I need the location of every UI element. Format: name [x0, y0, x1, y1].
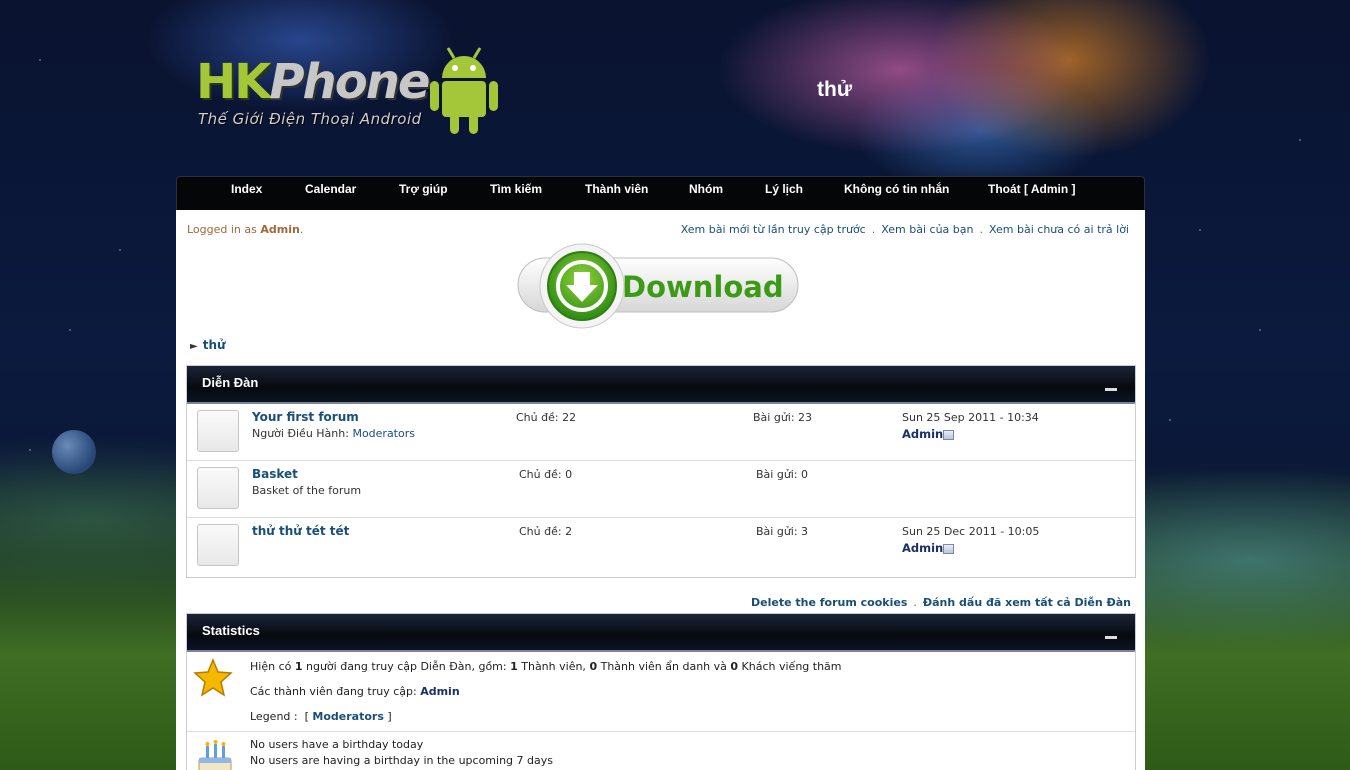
download-label: Download [622, 270, 784, 304]
logged-in-status: Logged in as Admin. [187, 223, 304, 236]
nav-profile[interactable]: Lý lịch [765, 177, 803, 210]
collapse-icon[interactable] [1105, 636, 1117, 639]
collapse-icon[interactable] [1105, 388, 1117, 391]
forum-posts-count: Bài gửi: 23 [753, 411, 813, 424]
mark-all-read-link[interactable]: Đánh dấu đã xem tất cả Diễn Đàn [923, 596, 1131, 609]
moderators-link[interactable]: Moderators [352, 427, 415, 440]
site-title: thử [817, 78, 853, 101]
legend: Legend : [ Moderators ] [250, 710, 392, 723]
forum-read-icon [197, 524, 239, 566]
forum-title[interactable]: Basket [252, 467, 298, 481]
statistics-header: Statistics [187, 614, 1135, 652]
quick-links: Xem bài mới từ lần truy cập trước. Xem bà… [680, 223, 1129, 236]
breadcrumb: ► thử [190, 338, 226, 352]
logo-tagline: Thế Giới Điện Thoại Android [198, 110, 422, 128]
forum-topics-count: Chủ đề: 0 [519, 468, 573, 481]
forum-description: Người Điều Hành: Moderators [252, 427, 415, 440]
forum-list-block: Diễn Đàn Your first forum Người Điều Hàn… [186, 365, 1136, 578]
delete-cookies-link[interactable]: Delete the forum cookies [751, 596, 907, 609]
last-post-date: Sun 25 Dec 2011 - 10:05 [902, 525, 1040, 538]
forum-title[interactable]: Your first forum [252, 410, 359, 424]
forum-row: Your first forum Người Điều Hành: Modera… [187, 404, 1135, 461]
site-logo[interactable]: HKPhone Thế Giới Điện Thoại Android [196, 44, 501, 136]
breadcrumb-arrow-icon: ► [190, 341, 198, 352]
nav-groups[interactable]: Nhóm [689, 177, 723, 210]
forum-topics-count: Chủ đề: 22 [516, 411, 577, 424]
link-your-posts[interactable]: Xem bài của bạn [881, 223, 973, 236]
planet-decoration [52, 430, 96, 474]
logo-wordmark: HKPhone [196, 54, 430, 110]
legend-moderators-link[interactable]: Moderators [312, 710, 383, 723]
forum-row: Basket Basket of the forum Chủ đề: 0 Bài… [187, 461, 1135, 518]
main-content: Logged in as Admin. Xem bài mới từ lần t… [176, 210, 1145, 770]
star-icon [193, 658, 233, 697]
go-to-last-post-icon[interactable] [943, 430, 954, 440]
nav-search[interactable]: Tìm kiếm [490, 177, 542, 210]
forum-actions: Delete the forum cookies. Đánh dấu đã xem… [751, 596, 1131, 609]
nav-calendar[interactable]: Calendar [305, 177, 356, 210]
online-member-admin[interactable]: Admin [420, 685, 459, 698]
breadcrumb-link[interactable]: thử [203, 338, 226, 352]
forum-row: thử thử tét tét Chủ đề: 2 Bài gửi: 3 Sun… [187, 518, 1135, 575]
forum-posts-count: Bài gửi: 3 [756, 525, 809, 538]
forum-read-icon [197, 410, 239, 452]
online-summary: Hiện có 1 người đang truy cập Diễn Đàn, … [250, 660, 842, 673]
birthday-today: No users have a birthday today [250, 738, 424, 751]
link-new-posts[interactable]: Xem bài mới từ lần truy cập trước [681, 223, 866, 236]
birthday-cake-icon [198, 740, 232, 770]
forum-topics-count: Chủ đề: 2 [519, 525, 573, 538]
forum-list-header: Diễn Đàn [187, 366, 1135, 404]
forum-posts-count: Bài gửi: 0 [756, 468, 809, 481]
nav-logout[interactable]: Thoát [ Admin ] [988, 177, 1076, 210]
last-post-user[interactable]: Admin [902, 541, 943, 555]
birthday-upcoming: No users are having a birthday in the up… [250, 754, 553, 767]
forum-read-icon [197, 467, 239, 509]
forum-title[interactable]: thử thử tét tét [252, 524, 349, 538]
birthday-row: No users have a birthday today No users … [187, 732, 1135, 770]
main-navigation: Index Calendar Trợ giúp Tìm kiếm Thành v… [176, 176, 1145, 210]
nav-index[interactable]: Index [231, 177, 262, 210]
download-banner-graphic: Download [517, 243, 799, 329]
last-post-user[interactable]: Admin [902, 427, 943, 441]
link-unanswered-posts[interactable]: Xem bài chưa có ai trả lời [989, 223, 1129, 236]
go-to-last-post-icon[interactable] [943, 544, 954, 554]
android-robot-icon [430, 47, 498, 134]
who-is-online-row: Hiện có 1 người đang truy cập Diễn Đàn, … [187, 652, 1135, 732]
forum-description: Basket of the forum [252, 484, 362, 497]
last-post-date: Sun 25 Sep 2011 - 10:34 [902, 411, 1039, 424]
statistics-block: Statistics Hiện có 1 người đang truy cập… [186, 613, 1136, 770]
nav-messages[interactable]: Không có tin nhắn [844, 177, 949, 210]
logged-user[interactable]: Admin [260, 223, 299, 236]
nav-help[interactable]: Trợ giúp [399, 177, 448, 210]
download-banner-button[interactable]: Download [516, 242, 801, 332]
nav-members[interactable]: Thành viên [585, 177, 648, 210]
online-members: Các thành viên đang truy cập: Admin [250, 685, 460, 698]
